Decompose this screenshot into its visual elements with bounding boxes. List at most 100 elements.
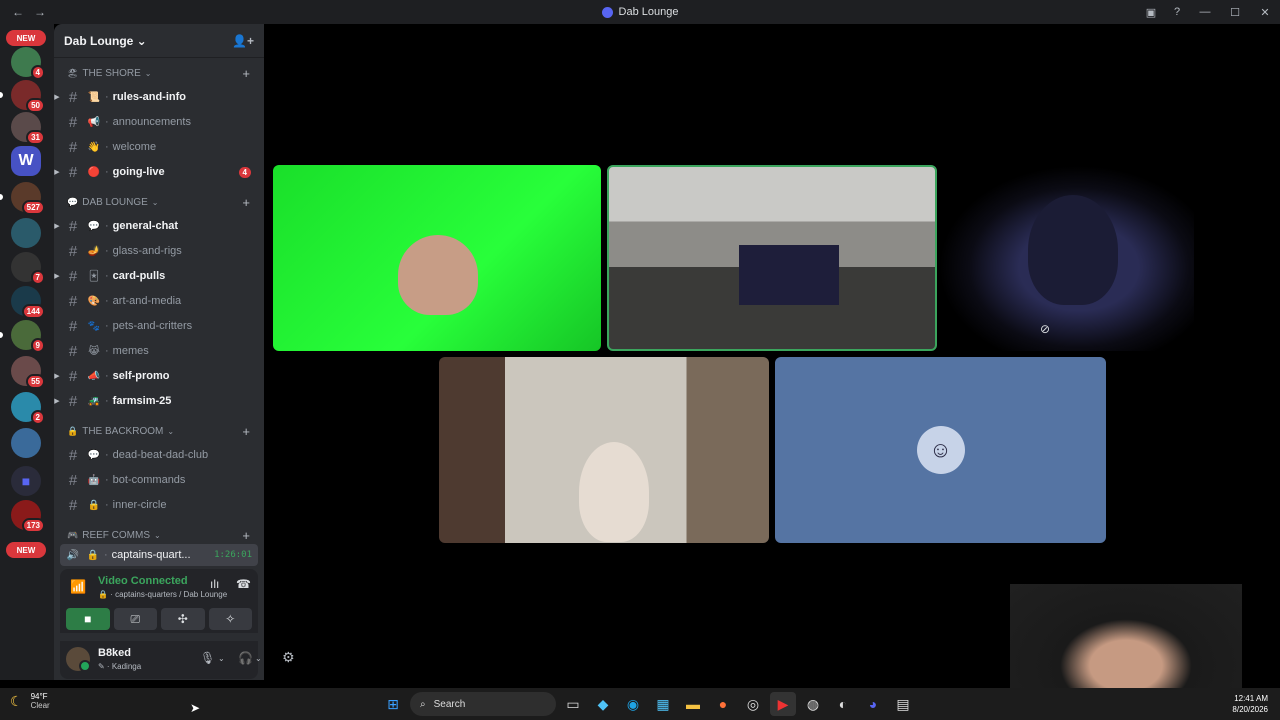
media-player-icon[interactable]: ▶ (770, 692, 796, 716)
user-panel: B8ked ✎ · Kadinga 🎙 ⌄ 🎧 ⌄ ⚙ (60, 641, 295, 679)
channel-going-live[interactable]: ▶ # 🔴 · going-live 4 (54, 161, 264, 183)
weather-widget[interactable]: ☾ 94°F Clear (10, 692, 50, 710)
video-tile-avatar[interactable]: ☺ (775, 357, 1106, 543)
soundboard-button[interactable]: ✧ (208, 608, 252, 630)
copilot-icon[interactable]: ◆ (590, 692, 616, 716)
forward-arrow-icon[interactable]: → (34, 5, 46, 19)
window-title-text: Dab Lounge (618, 6, 679, 18)
add-channel-icon[interactable]: + (242, 195, 250, 210)
add-channel-icon[interactable]: + (242, 424, 250, 439)
windows-start-icon[interactable]: ⊞ (380, 692, 406, 716)
channel-self-promo[interactable]: ▶ # 📣 · self-promo (54, 365, 264, 387)
channel-general-chat[interactable]: ▶ # 💬 · general-chat (54, 215, 264, 237)
server-header[interactable]: Dab Lounge ⌄ 👤+ (54, 24, 264, 58)
channel-rules-and-info[interactable]: ▶ # 📜 · rules-and-info (54, 86, 264, 108)
moon-icon: ☾ (10, 692, 23, 709)
voice-status[interactable]: Video Connected (98, 575, 188, 587)
activities-button[interactable]: ✣ (161, 608, 205, 630)
store-icon[interactable]: ▦ (650, 692, 676, 716)
discord-icon[interactable]: ◕ (860, 692, 886, 716)
microphone-icon[interactable]: 🎙 (200, 651, 215, 665)
taskbar-search[interactable]: ⌕ Search (410, 692, 556, 716)
system-clock[interactable]: 12:41 AM 8/20/2026 (1232, 693, 1268, 715)
channel-card-pulls[interactable]: ▶ # 🃏 · card-pulls (54, 265, 264, 287)
minimize-button[interactable]: — (1190, 0, 1220, 24)
category-header[interactable]: 🏖 THE SHORE ⌄ + (54, 65, 264, 81)
user-name[interactable]: B8ked (98, 647, 131, 659)
firefox-icon[interactable]: ● (710, 692, 736, 716)
user-status[interactable]: ✎ · Kadinga (98, 662, 141, 671)
channel-welcome[interactable]: # 👋 · welcome (54, 136, 264, 158)
inbox-icon[interactable]: ▣ (1138, 0, 1164, 24)
server-list: NEW 4 50 31 W 527 7 144 9 55 2 ■ 173 NEW (0, 24, 54, 680)
server-icon[interactable]: 527 (0, 182, 45, 215)
close-button[interactable]: ✕ (1250, 0, 1280, 24)
video-tile[interactable] (273, 165, 601, 351)
server-icon[interactable]: 144 (11, 286, 45, 319)
chevron-down-icon[interactable]: ⌄ (255, 654, 262, 663)
server-icon[interactable]: 55 (11, 356, 45, 389)
server-icon[interactable]: W (11, 146, 41, 176)
mouse-cursor-icon: ➤ (190, 701, 201, 715)
avatar[interactable] (66, 647, 91, 672)
settings-gear-icon[interactable]: ⚙ (282, 649, 295, 666)
steam-icon[interactable]: ◐ (830, 692, 856, 716)
channel-emoji-icon: 🚜 (87, 395, 101, 407)
folder-icon[interactable]: ■ (11, 466, 41, 496)
video-tile[interactable] (439, 357, 769, 543)
channel-inner-circle[interactable]: # 🔒 · inner-circle (54, 494, 264, 516)
new-pill[interactable]: NEW (6, 542, 46, 558)
obs-icon[interactable]: ◍ (800, 692, 826, 716)
invite-people-icon[interactable]: 👤+ (232, 34, 254, 48)
chevron-down-icon[interactable]: ⌄ (218, 654, 225, 663)
signal-icon[interactable]: 📶 (70, 579, 86, 595)
disconnect-icon[interactable]: ☎ (236, 577, 251, 591)
edge-icon[interactable]: ◉ (620, 692, 646, 716)
server-icon[interactable]: 173 (11, 500, 45, 533)
back-arrow-icon[interactable]: ← (12, 5, 24, 19)
channel-bot-commands[interactable]: # 🤖 · bot-commands (54, 469, 264, 491)
file-explorer-icon[interactable]: ▬ (680, 692, 706, 716)
camera-button[interactable]: ■ (66, 608, 110, 630)
channel-pets-and-critters[interactable]: # 🐾 · pets-and-critters (54, 315, 264, 337)
headphones-icon[interactable]: 🎧 (238, 651, 253, 665)
chevron-down-icon: ⌄ (136, 33, 147, 48)
voice-location[interactable]: 🔒 · captains-quarters / Dab Lounge (98, 590, 227, 599)
channel-farmsim-25[interactable]: ▶ # 🚜 · farmsim-25 (54, 390, 264, 412)
channel-art-and-media[interactable]: # 🎨 · art-and-media (54, 290, 264, 312)
help-icon[interactable]: ? (1164, 0, 1190, 24)
channel-announcements[interactable]: # 📢 · announcements (54, 111, 264, 133)
channel-memes[interactable]: # 😹 · memes (54, 340, 264, 362)
category-header[interactable]: 💬 DAB LOUNGE ⌄ + (54, 194, 264, 210)
server-icon[interactable]: 4 (11, 47, 45, 80)
noise-suppression-icon[interactable]: ılı (210, 577, 219, 591)
server-icon[interactable]: 50 (0, 80, 45, 113)
channel-emoji-icon: 📣 (87, 370, 101, 382)
app-icon[interactable]: ▤ (890, 692, 916, 716)
server-icon[interactable]: 2 (11, 392, 45, 425)
channel-name: self-promo (112, 370, 170, 382)
server-icon[interactable] (11, 428, 41, 458)
server-badge: 144 (21, 304, 45, 319)
server-icon[interactable]: 7 (11, 252, 45, 285)
add-channel-icon[interactable]: + (242, 528, 250, 543)
server-icon[interactable]: 31 (11, 112, 45, 145)
screen-share-button[interactable]: ⎚ (113, 608, 157, 630)
channel-emoji-icon: 📜 (87, 91, 101, 103)
app-icon[interactable]: ◎ (740, 692, 766, 716)
video-tile[interactable] (938, 165, 1194, 351)
channel-glass-and-rigs[interactable]: # 🪔 · glass-and-rigs (54, 240, 264, 262)
server-icon[interactable] (11, 218, 41, 248)
video-tile-speaking[interactable] (607, 165, 937, 351)
voice-channel-captains-quarters[interactable]: 🔊 🔒 · captains-quart... 1:26:01 (60, 544, 258, 566)
server-icon[interactable]: 9 (0, 320, 45, 353)
new-pill[interactable]: NEW (6, 30, 46, 46)
task-view-icon[interactable]: ▭ (560, 692, 586, 716)
channel-dead-beat-dad-club[interactable]: # 💬 · dead-beat-dad-club (54, 444, 264, 466)
category-header[interactable]: 🔒 THE BACKROOM ⌄ + (54, 423, 264, 439)
category-header[interactable]: 🎮 REEF COMMS ⌄ + (54, 527, 264, 543)
add-channel-icon[interactable]: + (242, 66, 250, 81)
server-badge: 31 (26, 130, 45, 145)
voice-location-text: captains-quarters / Dab Lounge (115, 590, 228, 599)
maximize-button[interactable]: ☐ (1220, 0, 1250, 24)
